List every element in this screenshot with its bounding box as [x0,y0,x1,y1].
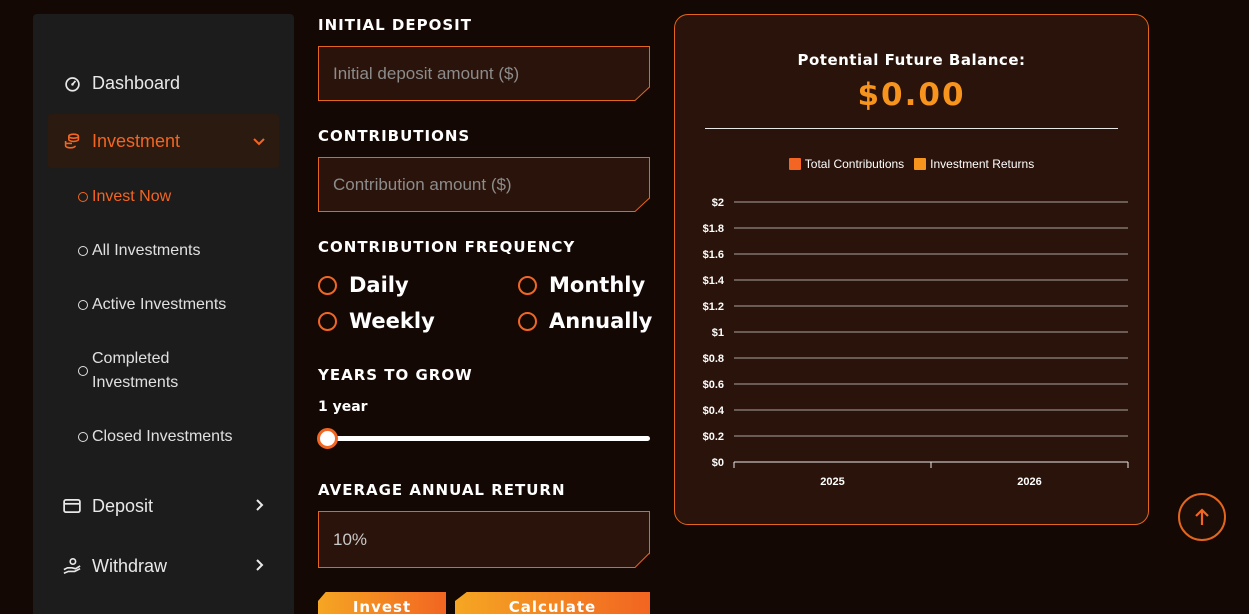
chevron-right-icon [256,558,264,574]
arrow-up-icon [1195,508,1209,525]
y-tick-label: $1.8 [703,223,724,235]
sub-item-label: Active Investments [92,296,227,313]
annual-return-input[interactable] [319,512,649,567]
sidebar: Dashboard Investment Invest Now All Inve… [33,14,294,614]
sidebar-item-deposit[interactable]: Deposit [33,491,294,521]
radio-circle[interactable] [318,311,337,331]
radio-circle[interactable] [518,311,537,331]
initial-deposit-input[interactable] [319,47,649,100]
circle-icon [78,246,88,256]
y-tick-label: $0.2 [703,431,724,443]
chevron-right-icon [256,498,264,514]
invest-button[interactable]: Invest [318,592,446,614]
radio-weekly[interactable]: Weekly [318,309,435,333]
y-tick-label: $0.6 [703,379,724,391]
radio-daily[interactable]: Daily [318,273,409,297]
sub-item-label: All Investments [92,242,201,259]
result-panel: Potential Future Balance: $0.00 Total Co… [674,14,1149,525]
sidebar-item-withdraw[interactable]: Withdraw [33,551,294,581]
circle-icon [78,192,88,202]
chevron-down-icon [253,133,265,149]
circle-icon [78,432,88,442]
sub-item-label: Invest Now [92,188,172,205]
radio-label: Annually [549,309,653,333]
sub-item-active-investments[interactable]: Active Investments [78,293,226,317]
annual-return-field [318,511,650,568]
contributions-field [318,157,650,212]
contributions-label: CONTRIBUTIONS [318,127,471,145]
balance-chart: $0 $0.2 $0.4 $0.6 $0.8 $1 $1.2 $1.4 $1.6 $1.8 $2 20… [703,197,1129,488]
y-tick-label: $2 [712,197,724,209]
years-value: 1 year [318,399,368,415]
radio-label: Daily [349,273,409,297]
y-tick-label: $0 [712,457,724,469]
sidebar-item-label: Dashboard [92,72,181,93]
initial-deposit-field [318,46,650,101]
radio-label: Weekly [349,309,435,333]
sidebar-item-investment[interactable]: Investment [48,114,279,168]
sub-item-closed-investments[interactable]: Closed Investments [78,425,233,449]
y-tick-label: $1 [712,327,724,339]
x-tick-label: 2025 [820,476,844,488]
sidebar-item-dashboard[interactable]: Dashboard [33,68,294,98]
sidebar-item-label: Deposit [92,495,154,516]
years-slider-track[interactable] [322,436,650,441]
y-tick-label: $1.6 [703,249,724,261]
y-tick-label: $1.2 [703,301,724,313]
radio-label: Monthly [549,273,646,297]
sub-item-completed-investments[interactable]: Completed Investments [78,347,208,395]
coins-icon [63,132,81,150]
radio-monthly[interactable]: Monthly [518,273,645,297]
radio-circle[interactable] [518,275,537,295]
initial-deposit-label: INITIAL DEPOSIT [318,16,472,34]
y-tick-label: $0.8 [703,353,724,365]
sub-item-label: Closed Investments [92,428,233,445]
contribution-amount-input[interactable] [319,158,649,211]
sub-item-invest-now[interactable]: Invest Now [78,185,171,209]
contribution-frequency-label: CONTRIBUTION FREQUENCY [318,238,576,256]
circle-icon [78,300,88,310]
y-tick-label: $1.4 [703,275,725,287]
card-icon [63,497,81,515]
sub-item-all-investments[interactable]: All Investments [78,239,200,263]
radio-circle[interactable] [318,275,337,295]
gauge-icon [63,74,81,92]
y-tick-label: $0.4 [703,405,725,417]
sub-item-label: Completed Investments [92,350,179,391]
withdraw-icon [63,557,81,575]
years-slider-thumb[interactable] [317,428,338,449]
scroll-to-top-button[interactable] [1178,493,1226,541]
sidebar-item-label: Withdraw [92,555,168,576]
radio-annually[interactable]: Annually [518,309,652,333]
years-to-grow-label: YEARS TO GROW [318,366,473,384]
x-tick-label: 2026 [1017,476,1041,488]
average-annual-return-label: AVERAGE ANNUAL RETURN [318,481,566,499]
circle-icon [78,366,88,376]
sidebar-item-label: Investment [92,130,181,151]
calculate-button[interactable]: Calculate [455,592,650,614]
